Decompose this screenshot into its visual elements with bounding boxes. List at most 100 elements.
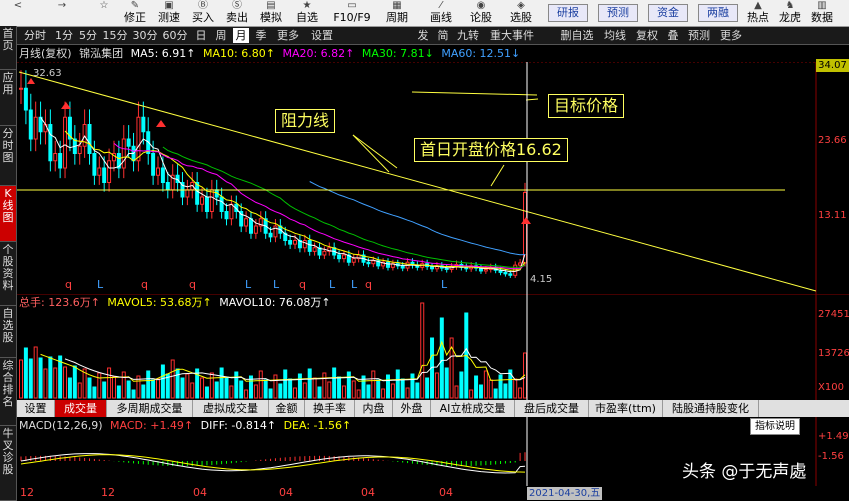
period-week[interactable]: 周 bbox=[213, 28, 229, 43]
volume-bar bbox=[488, 379, 493, 399]
indicator-tabs: 设置 成交量 多周期成交量 虚拟成交量 金额 换手率 内盘 外盘 AI立桩成交量… bbox=[17, 400, 849, 417]
high-arrow-icon bbox=[521, 217, 531, 224]
candle-body bbox=[224, 211, 229, 220]
sell-button[interactable]: Ⓢ 卖出 bbox=[222, 0, 252, 26]
capital-button[interactable]: 资金 bbox=[648, 4, 688, 22]
tool-remove-watchlist[interactable]: 删自选 bbox=[557, 28, 597, 43]
ma60-line bbox=[309, 181, 526, 256]
tab-ai-volume[interactable]: AI立桩成交量 bbox=[431, 400, 515, 417]
resistance-pointer bbox=[352, 134, 390, 173]
volume-bar bbox=[92, 386, 97, 399]
volume-bar bbox=[425, 377, 430, 399]
forum-button[interactable]: ◉ 论股 bbox=[466, 0, 496, 26]
tab-volume[interactable]: 成交量 bbox=[55, 400, 107, 417]
tool-post[interactable]: 发 bbox=[415, 28, 431, 43]
tool-simple[interactable]: 简 bbox=[435, 28, 451, 43]
period-settings[interactable]: 设置 bbox=[307, 28, 337, 43]
tool-nine-turn[interactable]: 九转 bbox=[455, 28, 481, 43]
tool-major-events[interactable]: 重大事件 bbox=[485, 28, 539, 43]
period-more[interactable]: 更多 bbox=[273, 28, 303, 43]
nav-home[interactable]: 首页 bbox=[0, 26, 16, 70]
price-axis-label: 13.11 bbox=[818, 210, 847, 221]
candle-body bbox=[33, 116, 38, 140]
pattern-marker: q bbox=[299, 278, 306, 291]
buy-button[interactable]: Ⓑ 买入 bbox=[188, 0, 218, 26]
tab-turnover[interactable]: 换手率 bbox=[305, 400, 355, 417]
speed-test-button[interactable]: ▣ 测速 bbox=[154, 0, 184, 26]
tab-virtual-volume[interactable]: 虚拟成交量 bbox=[193, 400, 269, 417]
candle-body bbox=[28, 109, 33, 140]
target-line bbox=[411, 91, 538, 96]
period-month[interactable]: 月 bbox=[233, 28, 249, 43]
watchlist-button[interactable]: ★ 自选 bbox=[292, 0, 322, 26]
period-5min[interactable]: 5分 bbox=[77, 28, 99, 43]
volume-bar bbox=[420, 302, 425, 399]
volume-bar bbox=[160, 364, 165, 399]
candle-body bbox=[337, 254, 342, 260]
tab-pe-ttm[interactable]: 市盈率(ttm) bbox=[589, 400, 663, 417]
volume-bar bbox=[293, 387, 298, 399]
tool-forecast[interactable]: 预测 bbox=[685, 28, 713, 43]
margin-trading-button[interactable]: 两融 bbox=[698, 4, 738, 22]
tool-overlay[interactable]: 叠 bbox=[665, 28, 681, 43]
candle-body bbox=[200, 196, 205, 205]
volume-chart[interactable] bbox=[17, 294, 849, 400]
tool-adjust[interactable]: 复权 bbox=[633, 28, 661, 43]
nav-rankings[interactable]: 综合排名 bbox=[0, 358, 16, 426]
favorite-button[interactable]: ☆ bbox=[92, 0, 116, 26]
nav-kline-chart[interactable]: K线图 bbox=[0, 186, 16, 242]
period-intraday[interactable]: 分时 bbox=[19, 28, 51, 43]
period-15min[interactable]: 15分 bbox=[101, 28, 129, 43]
tab-amount[interactable]: 金额 bbox=[269, 400, 305, 417]
edit-button[interactable]: ✎ 修正 bbox=[120, 0, 150, 26]
volume-bar bbox=[288, 378, 293, 399]
tab-outer-volume[interactable]: 外盘 bbox=[393, 400, 431, 417]
forecast-button[interactable]: 预测 bbox=[598, 4, 638, 22]
back-button[interactable]: < bbox=[4, 0, 32, 26]
draw-line-button[interactable]: ⁄ 画线 bbox=[426, 0, 456, 26]
nav-intraday-chart[interactable]: 分时图 bbox=[0, 126, 16, 186]
research-report-button[interactable]: 研报 bbox=[548, 4, 588, 22]
nav-watchlist[interactable]: 自选股 bbox=[0, 306, 16, 358]
candle-body bbox=[385, 261, 390, 268]
period-60min[interactable]: 60分 bbox=[161, 28, 189, 43]
period-1min[interactable]: 1分 bbox=[53, 28, 75, 43]
candle-body bbox=[160, 167, 165, 184]
simulate-button[interactable]: ▤ 模拟 bbox=[256, 0, 286, 26]
volume-bar bbox=[322, 372, 327, 399]
tab-connect-holdings[interactable]: 陆股通持股变化 bbox=[663, 400, 759, 417]
tool-more[interactable]: 更多 bbox=[717, 28, 745, 43]
data-button[interactable]: ▥ 数据 bbox=[808, 0, 836, 26]
volume-bar bbox=[107, 367, 112, 399]
target-pointer bbox=[525, 98, 539, 101]
candle-body bbox=[273, 225, 278, 238]
candle-body bbox=[503, 271, 508, 275]
forward-button[interactable]: → bbox=[48, 0, 76, 26]
candle-body bbox=[322, 250, 327, 256]
stock-picker-button[interactable]: ◈ 选股 bbox=[506, 0, 536, 26]
period-day[interactable]: 日 bbox=[193, 28, 209, 43]
volume-bar bbox=[234, 371, 239, 399]
volume-bar bbox=[102, 381, 107, 399]
dragon-tiger-button[interactable]: ♞ 龙虎 bbox=[776, 0, 804, 26]
nav-stock-profile[interactable]: 个股资料 bbox=[0, 242, 16, 306]
nav-apps[interactable]: 应用 bbox=[0, 70, 16, 126]
main-toolbar: < → ☆ ✎ 修正 ▣ 测速 Ⓑ 买入 Ⓢ 卖出 ▤ 模拟 ★ 自选 ▭ F10/F9 ▦ 周… bbox=[0, 0, 849, 27]
price-chart[interactable]: qLqqLLqLLqL bbox=[17, 62, 849, 294]
candle-body bbox=[400, 265, 405, 269]
macd-axis-label: -1.56 bbox=[818, 451, 844, 462]
volume-bar bbox=[190, 382, 195, 399]
period-30min[interactable]: 30分 bbox=[131, 28, 159, 43]
stock-name: 锦泓集团 bbox=[79, 47, 124, 60]
tab-settings[interactable]: 设置 bbox=[17, 400, 55, 417]
nav-diagnosis[interactable]: 牛叉诊股 bbox=[0, 426, 16, 501]
tab-inner-volume[interactable]: 内盘 bbox=[355, 400, 393, 417]
f10-button[interactable]: ▭ F10/F9 bbox=[330, 0, 374, 26]
period-quarter[interactable]: 季 bbox=[253, 28, 269, 43]
period-button[interactable]: ▦ 周期 bbox=[382, 0, 412, 26]
tab-after-hours-volume[interactable]: 盘后成交量 bbox=[515, 400, 589, 417]
tool-ma[interactable]: 均线 bbox=[601, 28, 629, 43]
tab-multi-period-volume[interactable]: 多周期成交量 bbox=[107, 400, 193, 417]
left-navigation: 首页 应用 分时图 K线图 个股资料 自选股 综合排名 牛叉诊股 bbox=[0, 26, 17, 501]
hotspot-button[interactable]: ▲ 热点 bbox=[744, 0, 772, 26]
